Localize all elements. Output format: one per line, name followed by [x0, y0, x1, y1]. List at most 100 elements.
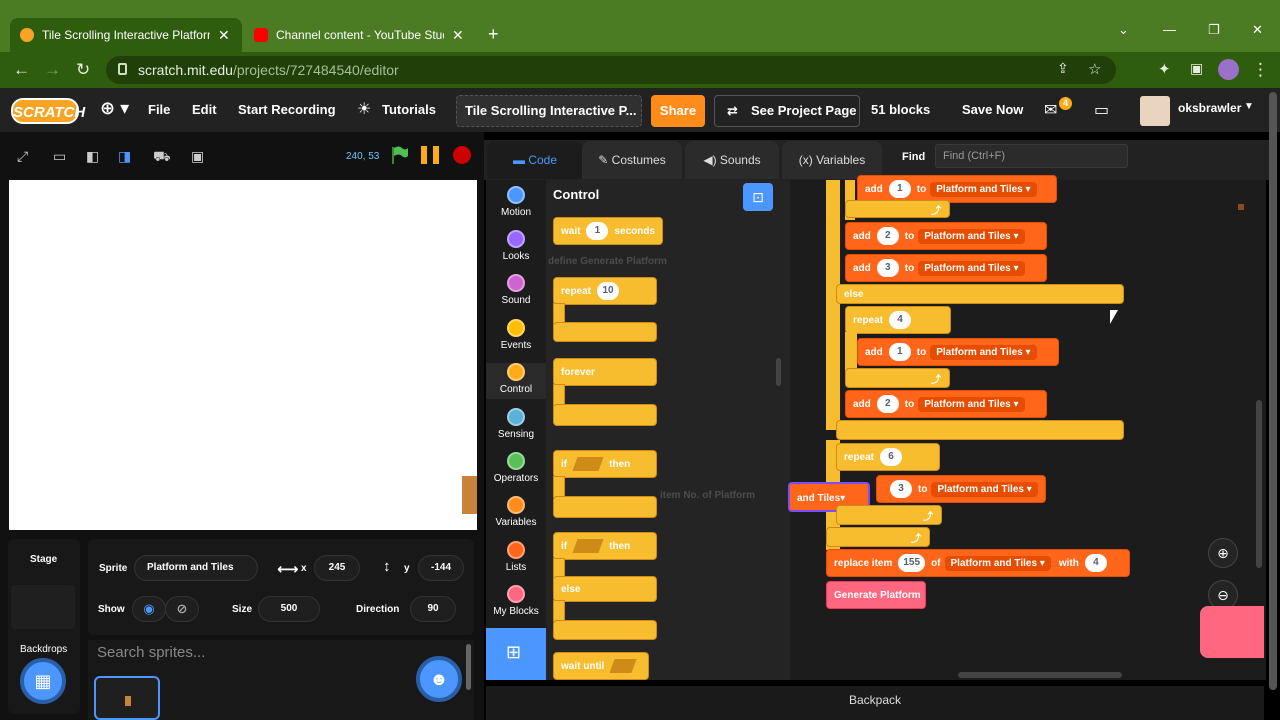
category-operators[interactable]: Operators [486, 452, 546, 484]
browser-tab-youtube[interactable]: Channel content - YouTube Studio ✕ [244, 18, 476, 52]
list-dropdown[interactable]: Platform and Tiles ▾ [918, 228, 1025, 244]
username[interactable]: oksbrawler [1178, 101, 1241, 115]
block-input[interactable]: 1 [888, 343, 911, 361]
restore-icon[interactable]: ❐ [1208, 22, 1220, 38]
close-tab-icon[interactable]: ✕ [218, 27, 230, 44]
profile-avatar[interactable] [1218, 59, 1239, 80]
add-to-list-block[interactable]: 3 to Platform and Tiles ▾ [876, 475, 1046, 503]
workspace-vscrollbar[interactable] [1256, 400, 1262, 568]
backpack[interactable]: Backpack [486, 686, 1264, 720]
project-title-input[interactable]: Tile Scrolling Interactive P... [456, 95, 642, 127]
browser-tab-scratch[interactable]: Tile Scrolling Interactive Platform ✕ [10, 18, 242, 52]
palette-scrollbar[interactable] [776, 358, 781, 386]
palette-wait-until-block[interactable]: wait until [553, 652, 649, 680]
category-lists[interactable]: Lists [486, 541, 546, 573]
tab-variables[interactable]: (x) Variables [782, 141, 882, 179]
block-input[interactable]: 6 [880, 448, 903, 466]
palette-wait-block[interactable]: wait 1 seconds [553, 217, 663, 245]
user-avatar[interactable] [1140, 96, 1170, 126]
large-stage-icon[interactable]: ◨ [118, 148, 131, 165]
category-variables[interactable]: Variables [486, 496, 546, 528]
hide-eye-icon[interactable]: ⊘ [165, 596, 199, 622]
condition-slot[interactable] [572, 457, 604, 471]
show-visible-eye-icon[interactable]: ◉ [132, 596, 166, 622]
stage-thumbnail[interactable] [11, 585, 75, 629]
replace-item-block[interactable]: replace item 155 of Platform and Tiles ▾ wit… [826, 549, 1130, 577]
pink-helper-widget[interactable] [1200, 606, 1264, 658]
add-to-list-block[interactable]: add 2 to Platform and Tiles ▾ [845, 390, 1047, 418]
category-sound[interactable]: Sound [486, 274, 546, 306]
repeat-block[interactable]: repeat 6 [836, 443, 940, 471]
block-input[interactable]: 4 [1084, 554, 1107, 572]
palette-repeat-block[interactable]: repeat 10 [553, 277, 657, 305]
condition-slot[interactable] [609, 659, 637, 673]
stage-canvas[interactable] [9, 180, 477, 530]
palette-if-else-block[interactable]: if then [553, 532, 657, 560]
tab-code[interactable]: ▬ Code [487, 141, 583, 179]
block-input[interactable]: 2 [876, 227, 899, 245]
list-dropdown[interactable]: Platform and Tiles ▾ [918, 260, 1025, 276]
side-panel-icon[interactable]: ▣ [1190, 60, 1203, 77]
user-menu-caret-icon[interactable]: ▼ [1244, 101, 1254, 112]
screenshot-icon[interactable]: ▣ [191, 148, 204, 165]
zoom-in-icon[interactable]: ⊕ [1208, 538, 1238, 568]
list-dropdown[interactable]: Platform and Tiles ▾ [944, 555, 1051, 571]
tab-costumes[interactable]: ✎ Costumes [582, 141, 682, 179]
share-page-icon[interactable]: ⇪ [1057, 60, 1069, 77]
stage-target-pane[interactable]: Stage Backdrops ▦ [8, 539, 80, 714]
close-tab-icon[interactable]: ✕ [452, 27, 464, 44]
block-input[interactable]: 1 [888, 180, 911, 198]
list-dropdown[interactable]: Platform and Tiles ▾ [931, 481, 1038, 497]
turbo-mode-icon[interactable]: ⛟ [153, 148, 171, 167]
block-input[interactable]: 4 [889, 311, 912, 329]
palette-if-then-block[interactable]: if then [553, 450, 657, 478]
repeat-block[interactable]: repeat 4 [845, 306, 951, 334]
reload-icon[interactable]: ↻ [76, 60, 90, 80]
palette-forever-block[interactable]: forever [553, 358, 657, 386]
add-to-list-block[interactable]: add 1 to Platform and Tiles ▾ [857, 338, 1059, 366]
category-my-blocks[interactable]: My Blocks [486, 585, 546, 617]
pause-icon[interactable] [421, 146, 441, 164]
new-tab-button[interactable]: + [488, 24, 499, 45]
list-dropdown[interactable]: Platform and Tiles ▾ [918, 396, 1025, 412]
page-scrollbar[interactable] [1269, 92, 1277, 690]
small-stage-icon[interactable]: ▭ [53, 148, 66, 165]
sprite-thumbnail[interactable] [94, 676, 160, 720]
language-globe-icon[interactable]: ⊕ ▾ [100, 98, 129, 119]
search-sprites-input[interactable]: Search sprites... [97, 644, 205, 661]
block-input[interactable]: 3 [876, 259, 899, 277]
save-now-button[interactable]: Save Now [962, 102, 1023, 117]
platform-tile-sprite[interactable] [462, 476, 477, 514]
block-input[interactable]: 3 [890, 480, 912, 498]
bookmark-star-icon[interactable]: ☆ [1088, 60, 1101, 78]
add-to-list-block[interactable]: add 2 to Platform and Tiles ▾ [845, 222, 1047, 250]
normal-stage-icon[interactable]: ◧ [86, 148, 99, 165]
category-looks[interactable]: Looks [486, 230, 546, 262]
add-to-list-block[interactable]: add 1 to Platform and Tiles ▾ [857, 175, 1057, 203]
scratch-logo[interactable]: SCRATCH [11, 98, 85, 124]
green-flag-icon[interactable] [390, 145, 410, 165]
block-input[interactable]: 1 [586, 222, 609, 240]
block-input[interactable]: 10 [597, 282, 620, 300]
my-stuff-folder-icon[interactable]: ▭ [1094, 100, 1109, 120]
condition-slot[interactable] [572, 539, 604, 553]
category-events[interactable]: Events [486, 319, 546, 351]
file-menu[interactable]: File [148, 102, 170, 117]
y-input[interactable]: -144 [418, 555, 464, 581]
choose-sprite-icon[interactable]: ☻ [416, 656, 462, 702]
back-icon[interactable]: ← [13, 60, 30, 80]
extensions-icon[interactable]: ✦ [1158, 60, 1171, 78]
stop-icon[interactable] [453, 146, 471, 164]
sprite-name-input[interactable]: Platform and Tiles [134, 555, 258, 581]
tab-search-icon[interactable]: ⌄ [1118, 22, 1129, 38]
forward-icon[interactable]: → [44, 60, 61, 80]
category-control[interactable]: Control [486, 363, 546, 399]
size-input[interactable]: 500 [258, 596, 320, 622]
palette-lock-icon[interactable]: ⊡ [743, 183, 773, 211]
edit-menu[interactable]: Edit [192, 102, 217, 117]
block-input[interactable]: 155 [898, 554, 926, 572]
sprite-list-scrollbar[interactable] [466, 644, 471, 690]
see-project-page-button[interactable]: ⇄ See Project Page [714, 95, 860, 127]
category-motion[interactable]: Motion [486, 186, 546, 218]
find-input[interactable]: Find (Ctrl+F) [935, 144, 1128, 168]
